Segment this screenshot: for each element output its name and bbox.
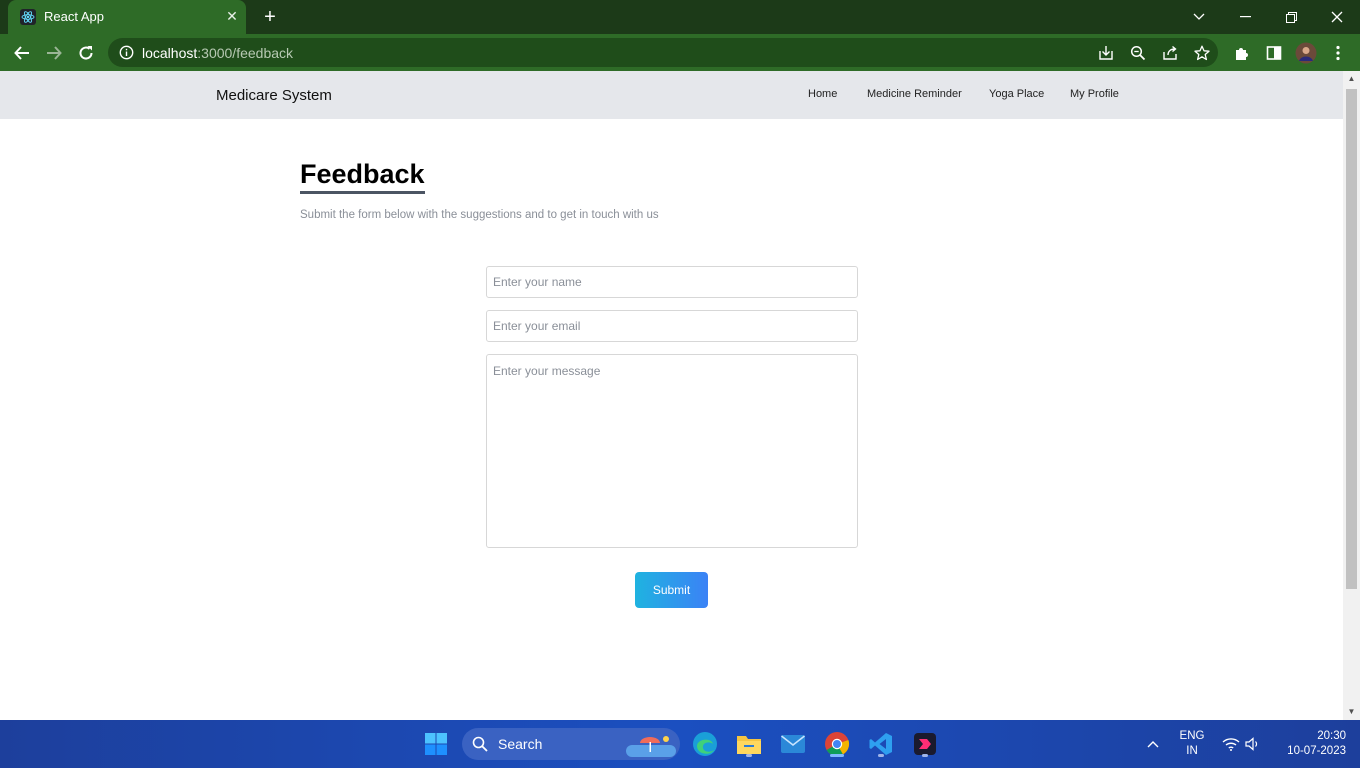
back-arrow-icon[interactable] — [11, 42, 33, 64]
name-input[interactable] — [486, 266, 858, 298]
side-panel-icon[interactable] — [1263, 42, 1285, 64]
restore-icon[interactable] — [1268, 0, 1314, 34]
running-indicator-3 — [922, 754, 928, 757]
mail-icon[interactable] — [778, 729, 808, 759]
close-window-icon[interactable] — [1314, 0, 1360, 34]
browser-toolbar: localhost:3000/feedback — [0, 34, 1360, 71]
close-tab-icon[interactable]: ✕ — [224, 8, 240, 24]
edge-browser-icon[interactable] — [690, 729, 720, 759]
language-indicator[interactable]: ENG IN — [1172, 729, 1212, 759]
bookmark-star-icon[interactable] — [1194, 45, 1210, 66]
site-navbar: Medicare System Home Medicine Reminder Y… — [0, 71, 1343, 119]
submit-button[interactable]: Submit — [635, 572, 708, 608]
reload-icon[interactable] — [75, 42, 97, 64]
url-path: :3000/feedback — [197, 45, 294, 61]
zoom-icon[interactable] — [1130, 45, 1146, 66]
browser-tab-active[interactable]: React App ✕ — [8, 0, 246, 34]
forward-arrow-icon[interactable] — [43, 42, 65, 64]
url-host: localhost — [142, 45, 198, 61]
media-app-icon[interactable] — [910, 729, 940, 759]
email-input[interactable] — [486, 310, 858, 342]
url-text: localhost:3000/feedback — [142, 45, 293, 61]
file-explorer-icon[interactable] — [734, 729, 764, 759]
address-bar[interactable]: localhost:3000/feedback — [108, 38, 1218, 67]
page-scrollbar[interactable]: ▲ ▼ — [1343, 71, 1360, 720]
message-textarea[interactable] — [486, 354, 858, 548]
site-info-icon[interactable] — [119, 45, 134, 60]
react-logo-icon — [20, 9, 36, 25]
volume-icon[interactable] — [1238, 729, 1268, 759]
page-viewport: Medicare System Home Medicine Reminder Y… — [0, 71, 1343, 720]
browser-menu-icon[interactable] — [1327, 42, 1349, 64]
search-icon — [472, 736, 488, 757]
taskbar-search-box[interactable]: Search — [462, 728, 680, 760]
running-indicator-2 — [878, 754, 884, 757]
page-title: Feedback — [300, 159, 425, 194]
vscode-icon[interactable] — [866, 729, 896, 759]
language-code: ENG — [1179, 730, 1205, 742]
windows-start-icon[interactable] — [421, 729, 451, 759]
clock-time: 20:30 — [1317, 730, 1346, 742]
clock-date: 10-07-2023 — [1287, 745, 1346, 757]
brand-logo-text[interactable]: Medicare System — [216, 87, 332, 104]
tab-title: React App — [44, 9, 104, 24]
scrollbar-thumb[interactable] — [1346, 89, 1357, 589]
windows-taskbar: Search ENG IN 20:30 10-07-2023 — [0, 720, 1360, 768]
nav-link-home[interactable]: Home — [808, 88, 837, 100]
search-highlight-beach-icon — [626, 731, 676, 762]
scroll-down-arrow-icon[interactable]: ▼ — [1346, 707, 1357, 717]
scroll-up-arrow-icon[interactable]: ▲ — [1346, 74, 1357, 84]
nav-link-my-profile[interactable]: My Profile — [1070, 88, 1119, 100]
page-subtitle: Submit the form below with the suggestio… — [300, 209, 659, 221]
extensions-puzzle-icon[interactable] — [1231, 42, 1253, 64]
nav-link-medicine-reminder[interactable]: Medicine Reminder — [867, 88, 962, 100]
profile-avatar[interactable] — [1295, 42, 1317, 64]
tab-search-chevron-icon[interactable] — [1176, 0, 1222, 34]
active-app-indicator — [830, 754, 844, 757]
browser-titlebar: React App ✕ + — [0, 0, 1360, 34]
system-clock[interactable]: 20:30 10-07-2023 — [1274, 729, 1346, 759]
running-indicator — [746, 754, 752, 757]
new-tab-icon[interactable]: + — [260, 7, 280, 28]
chrome-icon[interactable] — [822, 729, 852, 759]
minimize-icon[interactable] — [1222, 0, 1268, 34]
nav-link-yoga-place[interactable]: Yoga Place — [989, 88, 1044, 100]
language-region: IN — [1186, 745, 1198, 757]
install-app-icon[interactable] — [1098, 45, 1114, 66]
search-label: Search — [498, 736, 543, 752]
share-icon[interactable] — [1162, 45, 1178, 66]
show-hidden-icons-chevron-icon[interactable] — [1138, 729, 1168, 759]
